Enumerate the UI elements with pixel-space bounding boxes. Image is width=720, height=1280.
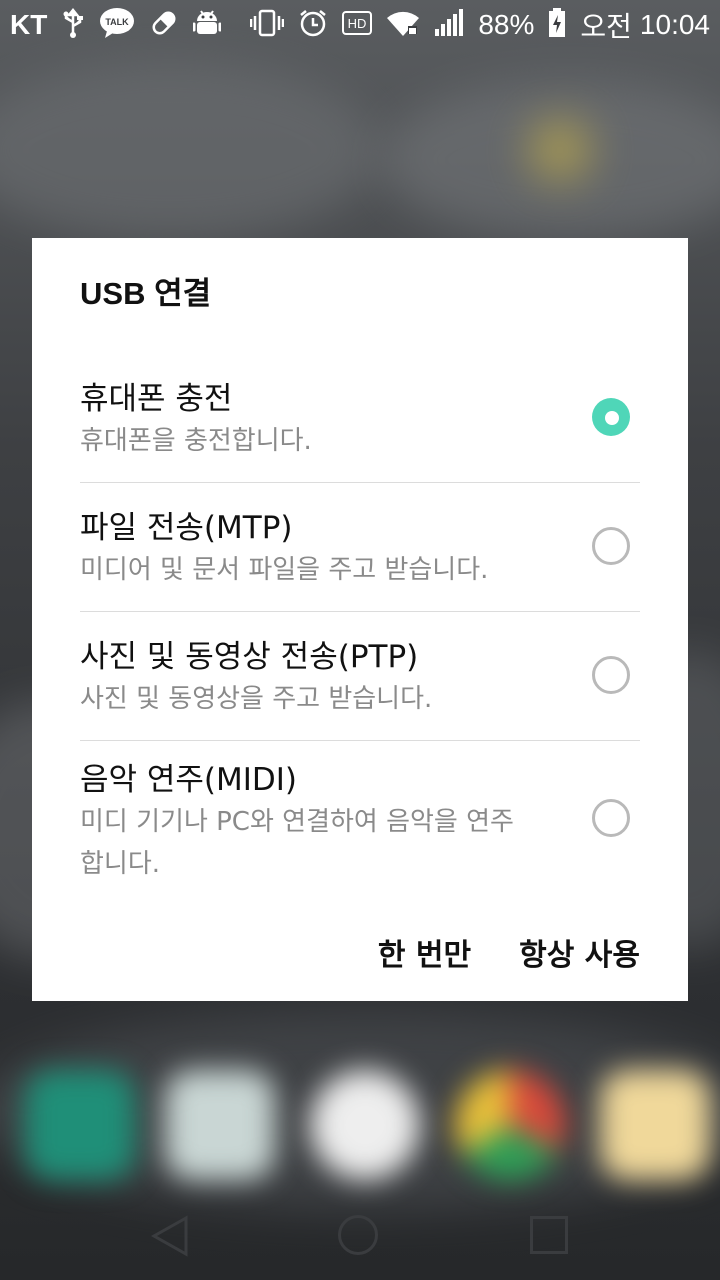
radio-button[interactable] bbox=[592, 656, 630, 694]
alarm-icon bbox=[298, 8, 328, 42]
battery-icon bbox=[548, 8, 566, 42]
option-description: 미디어 및 문서 파일을 주고 받습니다. bbox=[80, 555, 489, 585]
just-once-button[interactable]: 한 번만 bbox=[378, 930, 471, 974]
clock-ampm: 오전 bbox=[580, 11, 632, 42]
radio-button-selected[interactable] bbox=[592, 398, 630, 436]
option-midi[interactable]: 음악 연주(MIDI) 미디 기기나 PC와 연결하여 음악을 연주합니다. bbox=[80, 741, 640, 901]
battery-percent: 88% bbox=[478, 9, 535, 40]
svg-text:TALK: TALK bbox=[106, 17, 130, 27]
option-photo-transfer-ptp[interactable]: 사진 및 동영상 전송(PTP) 사진 및 동영상을 주고 받습니다. bbox=[80, 612, 640, 741]
dock-app-2 bbox=[165, 1070, 275, 1180]
radio-button[interactable] bbox=[592, 527, 630, 565]
vibrate-icon bbox=[250, 8, 285, 42]
dialog-title: USB 연결 bbox=[80, 276, 212, 311]
clock-time: 10:04 bbox=[639, 9, 710, 40]
always-button[interactable]: 항상 사용 bbox=[519, 930, 640, 974]
usb-connection-dialog: USB 연결 휴대폰 충전 휴대폰을 충전합니다. 파일 전송(MTP) 미디어… bbox=[32, 238, 688, 1001]
signal-icon bbox=[434, 9, 464, 41]
option-description: 휴대폰을 충전합니다. bbox=[80, 426, 312, 456]
dock-app-3 bbox=[310, 1070, 420, 1180]
back-icon[interactable] bbox=[150, 1215, 190, 1261]
usb-option-list: 휴대폰 충전 휴대폰을 충전합니다. 파일 전송(MTP) 미디어 및 문서 파… bbox=[80, 353, 640, 901]
pill-icon bbox=[149, 8, 179, 42]
option-title: 휴대폰 충전 bbox=[80, 381, 233, 417]
status-bar: KT TALK HD 88% 오전 10:04 bbox=[0, 0, 720, 50]
talk-icon: TALK bbox=[99, 7, 135, 43]
option-title: 파일 전송(MTP) bbox=[80, 510, 293, 546]
option-title: 음악 연주(MIDI) bbox=[80, 762, 298, 798]
android-icon bbox=[192, 8, 222, 42]
recent-apps-icon[interactable] bbox=[530, 1216, 568, 1254]
dock-app-phone bbox=[25, 1070, 135, 1180]
dock-app-5 bbox=[600, 1070, 710, 1180]
home-icon[interactable] bbox=[338, 1215, 378, 1255]
radio-button[interactable] bbox=[592, 799, 630, 837]
hd-icon: HD bbox=[342, 11, 373, 39]
option-description: 미디 기기나 PC와 연결하여 음악을 연주합니다. bbox=[80, 807, 514, 879]
usb-icon bbox=[61, 7, 85, 42]
dock-app-chrome bbox=[455, 1070, 565, 1180]
wifi-icon bbox=[386, 9, 420, 41]
navigation-bar bbox=[0, 1190, 720, 1280]
option-file-transfer-mtp[interactable]: 파일 전송(MTP) 미디어 및 문서 파일을 주고 받습니다. bbox=[80, 483, 640, 612]
dialog-actions: 한 번만 항상 사용 bbox=[378, 930, 640, 974]
svg-text:HD: HD bbox=[348, 16, 367, 31]
option-charge-phone[interactable]: 휴대폰 충전 휴대폰을 충전합니다. bbox=[80, 353, 640, 483]
carrier-label: KT bbox=[10, 9, 48, 40]
option-description: 사진 및 동영상을 주고 받습니다. bbox=[80, 684, 433, 714]
option-title: 사진 및 동영상 전송(PTP) bbox=[80, 639, 419, 675]
